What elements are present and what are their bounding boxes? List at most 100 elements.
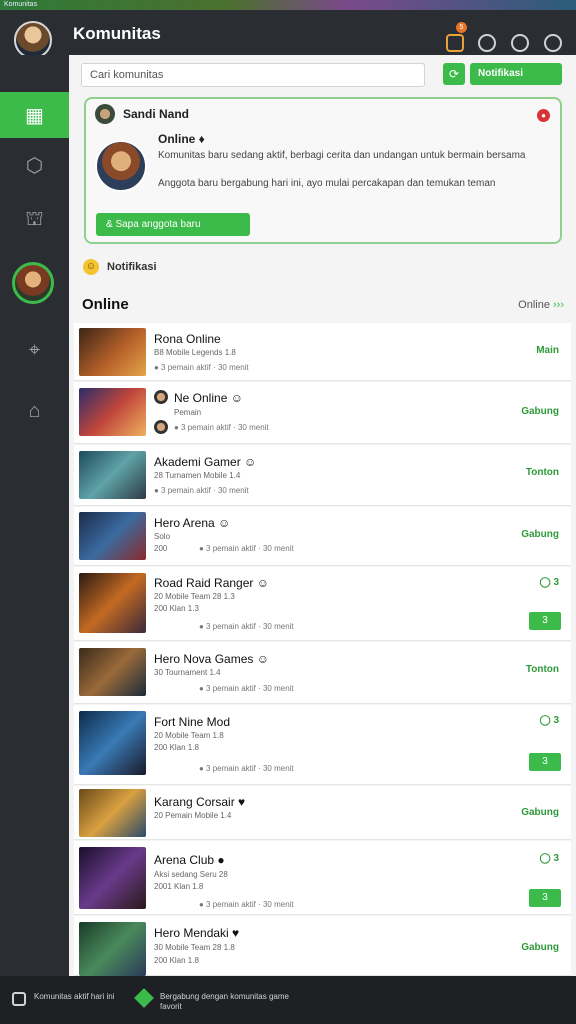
game-row[interactable]: Akademi Gamer ☺ 28 Turnamen Mobile 1.4 ●… bbox=[74, 445, 571, 506]
game-info-2: 200 Klan 1.8 bbox=[154, 743, 199, 752]
game-info: 28 Turnamen Mobile 1.4 bbox=[154, 471, 241, 480]
game-title: Hero Nova Games ☺ bbox=[154, 652, 269, 666]
game-info-2: 2001 Klan 1.8 bbox=[154, 882, 204, 891]
game-info-2: 200 bbox=[154, 544, 168, 553]
game-title: Road Raid Ranger ☺ bbox=[154, 576, 269, 590]
game-title: Hero Arena ☺ bbox=[154, 516, 231, 530]
footer-text-2: Bergabung dengan komunitas game favorit bbox=[160, 992, 289, 1011]
game-action[interactable]: Gabung bbox=[521, 406, 559, 417]
diamond-icon[interactable] bbox=[134, 988, 154, 1008]
game-thumbnail bbox=[79, 573, 146, 633]
game-info: 20 Mobile Team 1.8 bbox=[154, 731, 224, 740]
game-status: ◯ 3 bbox=[539, 853, 559, 864]
game-info: B8 Mobile Legends 1.8 bbox=[154, 348, 236, 357]
chat-icon[interactable] bbox=[511, 34, 529, 52]
window-title-strip: Komunitas bbox=[0, 0, 576, 10]
main-content: Cari komunitas ⟳ Notifikasi Sandi Nand ●… bbox=[69, 55, 576, 976]
join-badge[interactable]: 3 bbox=[529, 612, 561, 630]
game-thumbnail bbox=[79, 648, 146, 696]
game-thumbnail bbox=[79, 789, 146, 837]
game-thumbnail bbox=[79, 388, 146, 436]
game-row[interactable]: Ne Online ☺ Pemain ● 3 pemain aktif · 30… bbox=[74, 382, 571, 444]
game-action[interactable]: Tonton bbox=[526, 467, 559, 478]
sidebar-item-avatar[interactable] bbox=[12, 262, 54, 304]
notification-count-badge: 5 bbox=[456, 22, 467, 33]
game-action[interactable]: Gabung bbox=[521, 942, 559, 953]
window-title: Komunitas bbox=[4, 1, 38, 8]
section-link[interactable]: Online ››› bbox=[518, 299, 564, 311]
game-meta: ● 3 pemain aktif · 30 menit bbox=[154, 363, 249, 372]
footer-text: Komunitas aktif hari ini bbox=[34, 992, 115, 1001]
notice-text: Notifikasi bbox=[107, 261, 157, 273]
game-row[interactable]: Hero Nova Games ☺ 30 Tournament 1.4 ● 3 … bbox=[74, 642, 571, 704]
sidebar-item-grid[interactable]: ▦ bbox=[0, 92, 69, 138]
game-action[interactable]: Tonton bbox=[526, 664, 559, 675]
game-meta: ● 3 pemain aktif · 30 menit bbox=[199, 900, 294, 909]
notice-row[interactable]: ☺ Notifikasi bbox=[83, 255, 157, 279]
section-link-label: Online bbox=[518, 299, 550, 311]
game-row[interactable]: Rona Online B8 Mobile Legends 1.8 ● 3 pe… bbox=[74, 323, 571, 381]
user-avatar[interactable] bbox=[14, 21, 52, 59]
game-row[interactable]: Arena Club ● Aksi sedang Seru 28 2001 Kl… bbox=[74, 841, 571, 915]
search-input[interactable]: Cari komunitas bbox=[81, 63, 425, 87]
game-action[interactable]: Gabung bbox=[521, 529, 559, 540]
game-thumbnail bbox=[79, 922, 146, 976]
game-meta: ● 3 pemain aktif · 30 menit bbox=[199, 544, 294, 553]
game-row[interactable]: Fort Nine Mod 20 Mobile Team 1.8 200 Kla… bbox=[74, 705, 571, 785]
game-title: Akademi Gamer ☺ bbox=[154, 455, 257, 469]
game-title: Ne Online ☺ bbox=[174, 391, 243, 405]
game-thumbnail bbox=[79, 847, 146, 909]
profile-mini-avatar bbox=[95, 104, 115, 124]
refresh-button[interactable]: ⟳ bbox=[443, 63, 465, 85]
grid-icon: ▦ bbox=[25, 104, 44, 127]
game-title: Arena Club ● bbox=[154, 853, 225, 867]
sidebar-item-home[interactable]: ⌂ bbox=[0, 388, 69, 434]
game-info: 30 Tournament 1.4 bbox=[154, 668, 221, 677]
game-thumbnail bbox=[79, 711, 146, 775]
footer-bar: Komunitas aktif hari ini Bergabung denga… bbox=[0, 976, 576, 1024]
sidebar: ▦ ⬡ ⛫ ⌖ ⌂ bbox=[0, 55, 69, 976]
game-info: 30 Mobile Team 28 1.8 bbox=[154, 943, 235, 952]
chat-bubble-icon[interactable] bbox=[12, 992, 26, 1006]
game-info: Solo bbox=[154, 532, 171, 541]
game-row[interactable]: Hero Mendaki ♥ 30 Mobile Team 28 1.8 200… bbox=[74, 916, 571, 976]
sidebar-item-map[interactable]: ⛫ bbox=[0, 197, 69, 243]
game-title: Karang Corsair ♥ bbox=[154, 795, 246, 809]
close-icon[interactable]: ● bbox=[537, 109, 550, 122]
game-title: Hero Mendaki ♥ bbox=[154, 926, 240, 940]
game-info: 20 Mobile Team 28 1.3 bbox=[154, 592, 235, 601]
game-info: Pemain bbox=[174, 408, 202, 417]
join-badge[interactable]: 3 bbox=[529, 889, 561, 907]
sidebar-item-crosshair[interactable]: ⌖ bbox=[0, 327, 69, 373]
game-status: ◯ 3 bbox=[539, 715, 559, 726]
game-title: Fort Nine Mod bbox=[154, 715, 231, 729]
game-meta: ● 3 pemain aktif · 30 menit bbox=[199, 684, 294, 693]
greet-button[interactable]: & Sapa anggota baru bbox=[96, 213, 250, 236]
join-badge[interactable]: 3 bbox=[529, 753, 561, 771]
app-header: Komunitas 5 bbox=[0, 10, 576, 59]
game-row[interactable]: Hero Arena ☺ Solo 200 ● 3 pemain aktif ·… bbox=[74, 507, 571, 566]
crosshair-icon: ⌖ bbox=[28, 338, 41, 361]
player-avatar bbox=[154, 420, 168, 434]
game-info: 20 Pemain Mobile 1.4 bbox=[154, 811, 232, 820]
profile-name: Sandi Nand bbox=[123, 107, 190, 121]
game-row[interactable]: Road Raid Ranger ☺ 20 Mobile Team 28 1.3… bbox=[74, 567, 571, 641]
settings-icon[interactable] bbox=[544, 34, 562, 52]
profile-avatar bbox=[95, 140, 147, 192]
profile-card: Sandi Nand ● Online ♦ Komunitas baru sed… bbox=[84, 97, 562, 244]
game-info: Aksi sedang Seru 28 bbox=[154, 870, 228, 879]
game-action[interactable]: Gabung bbox=[521, 807, 559, 818]
game-info-2: 200 Klan 1.8 bbox=[154, 956, 199, 965]
sidebar-item-shield[interactable]: ⬡ bbox=[0, 142, 69, 188]
game-thumbnail bbox=[79, 328, 146, 376]
game-row[interactable]: Karang Corsair ♥ 20 Pemain Mobile 1.4 Ga… bbox=[74, 786, 571, 840]
profile-status: Online ♦ bbox=[158, 132, 205, 146]
game-info-2: 200 Klan 1.3 bbox=[154, 604, 199, 613]
game-action[interactable]: Main bbox=[536, 345, 559, 356]
home-icon: ⌂ bbox=[28, 399, 41, 422]
clock-icon[interactable] bbox=[478, 34, 496, 52]
notification-icon[interactable] bbox=[446, 34, 464, 52]
notification-button[interactable]: Notifikasi bbox=[470, 63, 562, 85]
game-title: Rona Online bbox=[154, 332, 221, 346]
app-title: Komunitas bbox=[73, 24, 161, 43]
